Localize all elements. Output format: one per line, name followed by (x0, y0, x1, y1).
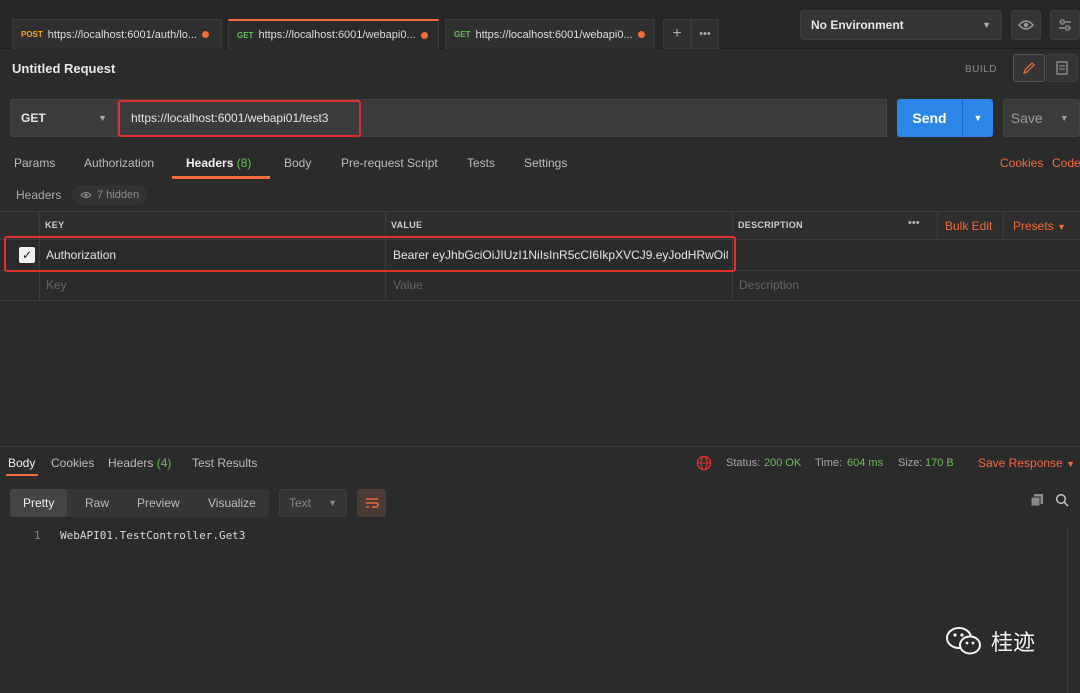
column-key: KEY (45, 220, 65, 230)
response-tab-cookies[interactable]: Cookies (51, 456, 94, 470)
presets-label: Presets (1013, 219, 1054, 233)
response-headers-label: Headers (108, 456, 154, 470)
code-link[interactable]: Code (1052, 156, 1080, 170)
tab-tests[interactable]: Tests (467, 156, 495, 170)
settings-sliders-icon[interactable] (1050, 10, 1080, 40)
presets-dropdown[interactable]: Presets ▼ (1013, 219, 1066, 233)
new-description-input[interactable]: Description (739, 278, 799, 292)
response-tab-body[interactable]: Body (8, 456, 35, 470)
column-divider (937, 211, 938, 240)
header-row-highlight-box (4, 236, 736, 272)
size-label: Size: (898, 457, 923, 469)
document-icon[interactable] (1046, 54, 1078, 82)
status-label: Status: (726, 457, 761, 469)
bulk-edit-link[interactable]: Bulk Edit (945, 219, 992, 233)
hidden-headers-count: 7 hidden (97, 189, 140, 201)
request-tab-2[interactable]: GET https://localhost:6001/webapi0... (228, 19, 439, 49)
pencil-icon[interactable] (1013, 54, 1045, 82)
save-label: Save (1010, 110, 1043, 126)
hidden-headers-toggle[interactable]: 7 hidden (72, 185, 148, 205)
chevron-down-icon[interactable]: ▼ (1049, 113, 1079, 123)
tab-url: https://localhost:6001/webapi0... (475, 28, 633, 41)
view-raw-button[interactable]: Raw (72, 489, 122, 517)
eye-icon[interactable] (1011, 10, 1041, 40)
response-tab-test-results[interactable]: Test Results (192, 456, 257, 470)
tab-method: GET (237, 30, 254, 40)
tab-url: https://localhost:6001/auth/lo... (47, 28, 197, 41)
watermark: 桂迹 (945, 625, 1035, 657)
status-value[interactable]: 200 OK (764, 457, 801, 469)
request-tab-3[interactable]: GET https://localhost:6001/webapi0... (445, 19, 655, 49)
time-value[interactable]: 604 ms (847, 457, 883, 469)
tab-method: GET (454, 30, 471, 39)
environment-select[interactable]: No Environment ▼ (800, 10, 1002, 40)
tab-headers[interactable]: Headers (8) (186, 156, 251, 170)
watermark-text: 桂迹 (991, 630, 1036, 655)
format-label: Text (289, 496, 312, 510)
headers-section-label: Headers (16, 188, 62, 202)
view-preview-button[interactable]: Preview (124, 489, 193, 517)
column-divider (1003, 211, 1004, 240)
tab-url: https://localhost:6001/webapi0... (258, 29, 416, 41)
response-headers-count: (4) (156, 456, 172, 470)
new-value-input[interactable]: Value (393, 278, 423, 292)
copy-icon[interactable] (1030, 493, 1044, 507)
tab-params[interactable]: Params (14, 156, 55, 170)
view-visualize-button[interactable]: Visualize (195, 489, 269, 517)
tab-body[interactable]: Body (284, 156, 311, 170)
chevron-down-icon: ▼ (982, 20, 991, 30)
tab-headers-label: Headers (186, 156, 234, 170)
eye-icon (80, 192, 92, 198)
request-title[interactable]: Untitled Request (12, 61, 115, 76)
chevron-down-icon: ▼ (98, 113, 107, 123)
chevron-down-icon: ▼ (1057, 222, 1066, 232)
chevron-down-icon: ▼ (1066, 459, 1075, 469)
column-description: DESCRIPTION (738, 220, 803, 230)
chevron-down-icon: ▼ (328, 498, 337, 508)
active-tab-indicator (172, 176, 270, 179)
tab-authorization[interactable]: Authorization (84, 156, 154, 170)
send-label: Send (912, 110, 947, 126)
save-response-label: Save Response (978, 456, 1063, 470)
column-value: VALUE (391, 220, 423, 230)
method-select[interactable]: GET ▼ (10, 99, 118, 137)
url-highlight-box (118, 100, 361, 137)
response-body-line: WebAPI01.TestController.Get3 (60, 529, 246, 542)
size-value[interactable]: 170 B (925, 457, 954, 469)
search-icon[interactable] (1055, 493, 1069, 507)
new-tab-plus-icon[interactable]: + (663, 19, 691, 49)
line-number: 1 (34, 529, 41, 542)
scrollbar-track[interactable] (1067, 527, 1068, 693)
chevron-down-icon[interactable]: ▼ (962, 99, 993, 137)
unsaved-dot-icon (420, 31, 428, 39)
build-label: BUILD (965, 64, 997, 75)
cookies-link[interactable]: Cookies (1000, 156, 1043, 170)
view-pretty-button[interactable]: Pretty (10, 489, 68, 517)
row-divider (0, 300, 1080, 301)
time-label: Time: (815, 457, 843, 469)
format-select[interactable]: Text ▼ (279, 489, 347, 517)
unsaved-dot-icon (637, 31, 645, 38)
tab-prerequest-script[interactable]: Pre-request Script (341, 156, 438, 170)
globe-icon[interactable] (696, 455, 712, 471)
method-label: GET (21, 111, 46, 125)
tab-settings[interactable]: Settings (524, 156, 567, 170)
save-button[interactable]: Save ▼ (1003, 99, 1080, 137)
active-tab-indicator (6, 474, 38, 476)
save-response-dropdown[interactable]: Save Response ▼ (978, 456, 1075, 470)
wrap-lines-icon[interactable] (357, 489, 386, 517)
new-key-input[interactable]: Key (46, 278, 67, 292)
more-tabs-icon[interactable]: ••• (691, 19, 719, 49)
response-tab-headers[interactable]: Headers (4) (108, 456, 171, 470)
tab-method: POST (21, 30, 43, 39)
unsaved-dot-icon (202, 31, 209, 38)
request-tab-1[interactable]: POST https://localhost:6001/auth/lo... (12, 19, 222, 49)
wechat-logo-icon (946, 627, 981, 655)
tab-headers-count: (8) (236, 156, 252, 170)
environment-label: No Environment (811, 18, 904, 32)
response-divider (0, 446, 1080, 447)
more-options-icon[interactable]: ••• (908, 217, 920, 229)
send-button[interactable]: Send ▼ (897, 99, 993, 137)
